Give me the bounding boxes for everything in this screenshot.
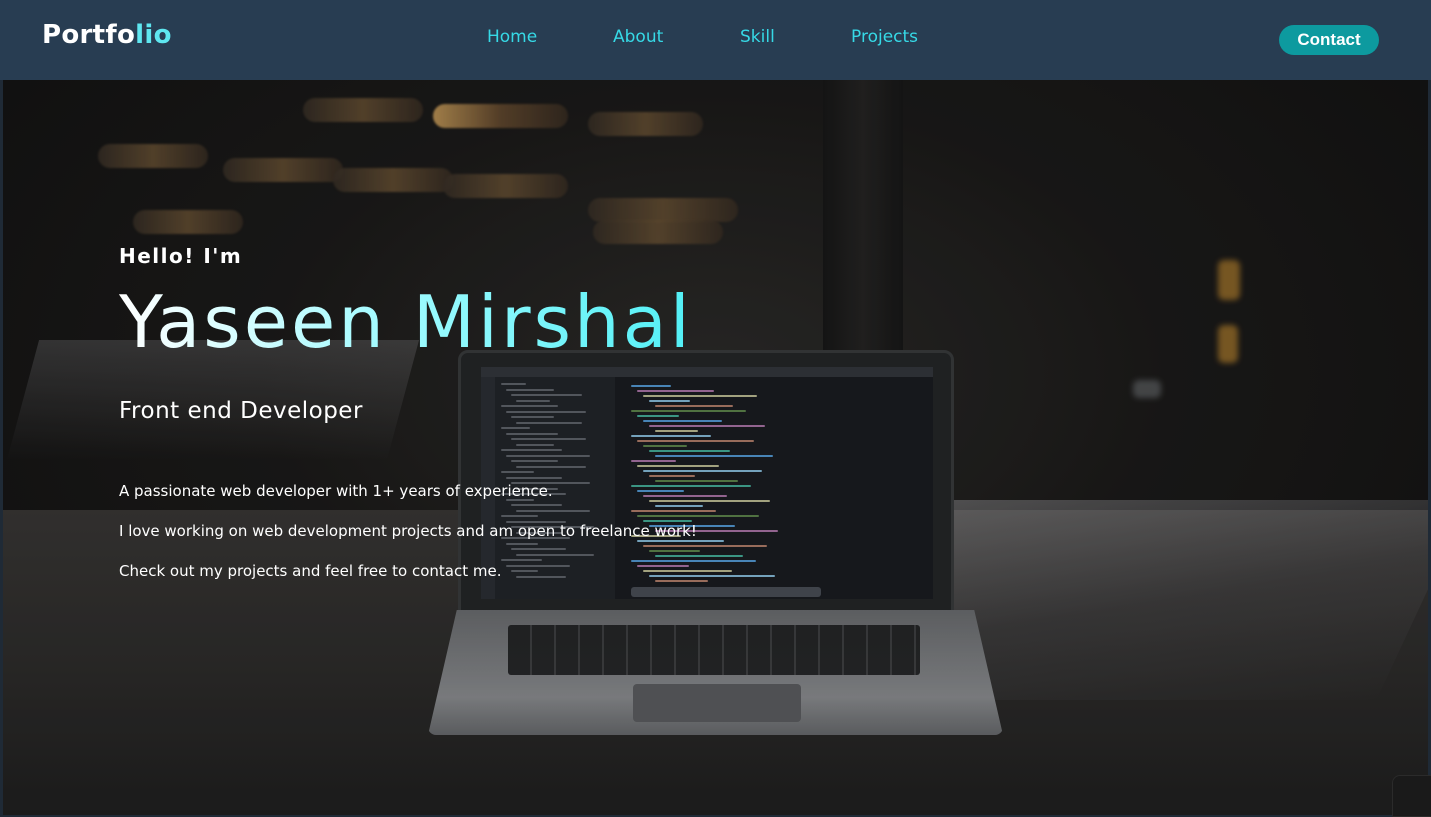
contact-button[interactable]: Contact [1279,25,1379,55]
nav-link-home[interactable]: Home [487,27,537,47]
hero-role: Front end Developer [119,398,363,424]
nav-link-skill[interactable]: Skill [740,27,775,47]
hero-description-line: Check out my projects and feel free to c… [119,562,502,580]
corner-widget[interactable] [1392,775,1431,817]
hero-description-line: A passionate web developer with 1+ years… [119,482,553,500]
hero-greeting: Hello! I'm [119,244,243,268]
hero-name: Yaseen Mirshal [119,280,693,364]
nav-link-about[interactable]: About [613,27,663,47]
logo[interactable]: Portfolio [42,20,172,50]
hero-overlay [3,80,1428,815]
logo-accent-text: lio [135,20,172,50]
navbar: Portfolio Home About Skill Projects Cont… [0,0,1431,80]
logo-main-text: Portfo [42,20,136,50]
hero-section [3,80,1428,815]
nav-link-projects[interactable]: Projects [851,27,918,47]
hero-description-line: I love working on web development projec… [119,522,697,540]
